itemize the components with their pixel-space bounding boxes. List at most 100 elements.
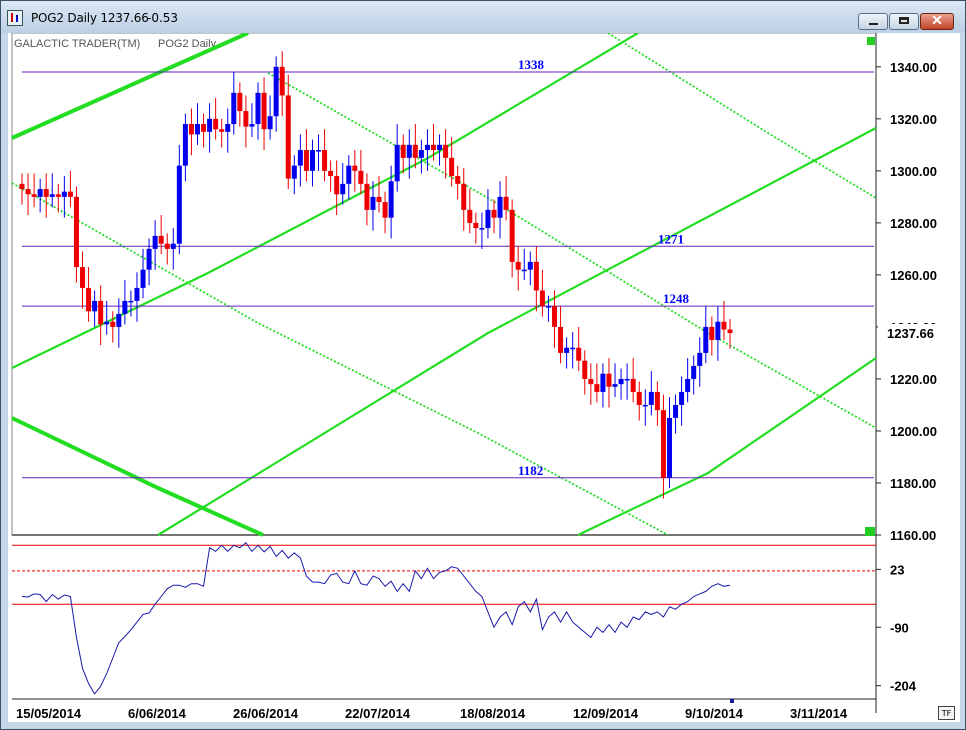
candle-body (570, 347, 576, 350)
candle-body (291, 165, 297, 179)
title-bar[interactable]: POG2 Daily 1237.66 -0.53 ✕ (1, 1, 965, 33)
candle-body (491, 209, 497, 218)
candle-body (122, 300, 128, 314)
osc-tick-label: -204 (890, 679, 917, 694)
candle-body (80, 267, 86, 288)
candle-body (709, 326, 715, 340)
last-price-label: 1237.66 (887, 326, 934, 341)
candle-body (594, 384, 600, 392)
candle-body (558, 326, 564, 353)
candle-body (219, 129, 225, 132)
candle-body (382, 202, 388, 218)
candle-body (140, 269, 146, 288)
candle-body (267, 116, 273, 130)
candle-body (303, 150, 309, 171)
candle-body (509, 209, 515, 262)
candle-body (443, 144, 449, 158)
axis-marker-top (867, 37, 875, 45)
candle-body (237, 92, 243, 112)
osc-tick-label: -90 (890, 620, 909, 635)
candle-body (104, 321, 110, 325)
price-tick-label: 1160.00 (890, 528, 936, 543)
candle-body (164, 243, 170, 249)
axis-marker-bottom (865, 527, 875, 536)
candle-body (188, 124, 194, 135)
candle-body (43, 189, 49, 197)
date-tick-label: 15/05/2014 (16, 706, 82, 721)
date-tick-label: 9/10/2014 (685, 706, 744, 721)
candle-body (31, 194, 37, 197)
timeframe-button[interactable]: TF (938, 706, 955, 720)
candle-body (437, 144, 443, 151)
window-title: POG2 Daily 1237.66 (31, 11, 149, 25)
minimize-icon (869, 23, 878, 25)
candle-body (61, 191, 67, 197)
candle-body (412, 144, 418, 158)
maximize-button[interactable] (889, 13, 919, 30)
candle-body (485, 209, 491, 229)
price-tick-label: 1200.00 (890, 424, 937, 439)
minimize-button[interactable] (858, 13, 888, 30)
candle-body (660, 410, 666, 478)
candle-body (249, 124, 255, 127)
date-tick-label: 26/06/2014 (233, 706, 299, 721)
candle-body (503, 196, 509, 210)
candle-body (545, 306, 551, 308)
candle-body (255, 92, 261, 125)
candle-body (576, 347, 582, 361)
candle-body (606, 373, 612, 387)
candle-body (388, 181, 394, 218)
price-chart-svg[interactable]: GALACTIC TRADER(TM) POG2 Daily 1338 1271 124… (8, 33, 960, 722)
level-label-1248: 1248 (663, 291, 690, 306)
candle-body (727, 329, 733, 334)
date-tick-label: 3/11/2014 (790, 706, 848, 721)
legend-source: GALACTIC TRADER(TM) (14, 38, 140, 50)
candle-body (279, 66, 285, 96)
candle-body (527, 261, 533, 270)
candle-body (182, 124, 188, 166)
candle-body (455, 176, 461, 184)
candle-body (92, 300, 98, 312)
close-button[interactable]: ✕ (920, 12, 954, 30)
candle-body (424, 144, 430, 151)
date-tick-label: 12/09/2014 (573, 706, 639, 721)
chart-area[interactable]: GALACTIC TRADER(TM) POG2 Daily 1338 1271 124… (8, 33, 960, 722)
candle-body (679, 391, 685, 405)
candle-body (461, 183, 467, 210)
candle-body (376, 196, 382, 203)
candle-body (685, 378, 691, 392)
candle-body (176, 165, 182, 244)
candle-body (309, 150, 315, 171)
candle-body (201, 124, 207, 132)
close-icon: ✕ (931, 12, 943, 28)
candle-body (346, 165, 352, 184)
candle-body (473, 222, 479, 229)
candle-body (618, 378, 624, 385)
candle-body (703, 326, 709, 353)
candle-body (691, 365, 697, 379)
maximize-icon (899, 17, 909, 24)
candle-body (697, 352, 703, 366)
candle-body (340, 183, 346, 195)
candle-body (479, 228, 485, 230)
candle-body (467, 209, 473, 223)
candle-body (600, 373, 606, 392)
candle-body (86, 287, 92, 312)
candle-body (231, 92, 237, 125)
level-label-1271: 1271 (658, 231, 684, 246)
candle-body (430, 144, 436, 151)
candle-body (654, 391, 660, 411)
candle-body (352, 165, 358, 171)
price-change: -0.53 (147, 11, 179, 25)
chart-window: POG2 Daily 1237.66 -0.53 ✕ GALACTIC TRAD… (0, 0, 966, 730)
price-tick-label: 1320.00 (890, 112, 937, 127)
candle-body (73, 196, 79, 268)
osc-tick-label: 23 (890, 562, 904, 577)
candle-body (636, 391, 642, 405)
price-tick-label: 1180.00 (890, 476, 936, 491)
level-label-1182: 1182 (518, 463, 543, 478)
candle-body (110, 321, 116, 327)
time-cursor-marker (730, 699, 734, 703)
candle-body (297, 150, 303, 166)
date-tick-label: 22/07/2014 (345, 706, 411, 721)
